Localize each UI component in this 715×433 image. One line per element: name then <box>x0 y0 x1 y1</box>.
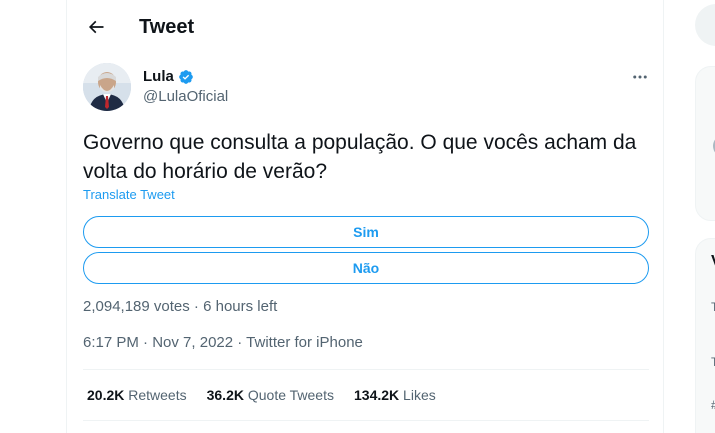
page: Tweet Lula @LulaOficial Governo que cons… <box>0 0 715 433</box>
verified-badge-icon <box>179 70 193 84</box>
more-horizontal-icon <box>633 75 647 79</box>
retweets-count: 20.2K <box>87 387 125 403</box>
avatar[interactable] <box>83 63 131 111</box>
timestamp-separator-2: · <box>233 334 247 351</box>
sidebar-search-input[interactable] <box>695 4 715 46</box>
likes-label: Likes <box>403 387 436 403</box>
page-header: Tweet <box>67 0 663 53</box>
author-name-row: Lula <box>143 67 194 87</box>
primary-column: Tweet Lula @LulaOficial Governo que cons… <box>66 0 664 433</box>
poll-votes: 2,094,189 votes <box>83 298 190 315</box>
tweet-time[interactable]: 6:17 PM <box>83 334 139 351</box>
sidebar-card <box>695 66 715 221</box>
timestamp-separator-1: · <box>138 334 153 351</box>
divider <box>83 369 649 370</box>
arrow-left-icon <box>88 20 104 34</box>
quote-tweets-stat[interactable]: 36.2K Quote Tweets <box>207 386 334 404</box>
poll-time-left: 6 hours left <box>203 298 278 315</box>
tweet-text: Governo que consulta a população. O que … <box>83 131 637 183</box>
quote-tweets-count: 36.2K <box>206 387 244 403</box>
sidebar-trends-heading-fragment: V <box>711 254 715 270</box>
tweet-timestamp-row: 6:17 PM · Nov 7, 2022 · Twitter for iPho… <box>83 333 363 353</box>
likes-stat[interactable]: 134.2K Likes <box>354 386 436 404</box>
tweet-date[interactable]: Nov 7, 2022 <box>152 334 233 351</box>
poll-separator: · <box>189 298 204 315</box>
poll-option-sim[interactable]: Sim <box>83 216 649 248</box>
retweets-stat[interactable]: 20.2K Retweets <box>87 386 187 404</box>
more-options-button[interactable] <box>625 62 655 92</box>
sidebar-trend-fragment[interactable]: # <box>711 398 715 412</box>
poll-option-nao[interactable]: Não <box>83 252 649 284</box>
quote-tweets-label: Quote Tweets <box>247 387 334 403</box>
divider <box>83 420 649 421</box>
author-display-name[interactable]: Lula <box>143 67 174 87</box>
avatar-image <box>83 63 131 111</box>
tweet-source[interactable]: Twitter for iPhone <box>246 334 363 351</box>
likes-count: 134.2K <box>354 387 400 403</box>
poll-meta: 2,094,189 votes · 6 hours left <box>83 297 277 317</box>
back-button[interactable] <box>79 10 113 44</box>
author-handle[interactable]: @LulaOficial <box>143 87 228 107</box>
translate-tweet-link[interactable]: Translate Tweet <box>83 187 175 203</box>
retweets-label: Retweets <box>128 387 187 403</box>
sidebar-trend-fragment[interactable]: T <box>711 300 715 314</box>
page-title: Tweet <box>139 16 195 38</box>
engagement-stats: 20.2K Retweets 36.2K Quote Tweets 134.2K… <box>87 386 436 404</box>
sidebar-trend-fragment[interactable]: T <box>711 355 715 369</box>
